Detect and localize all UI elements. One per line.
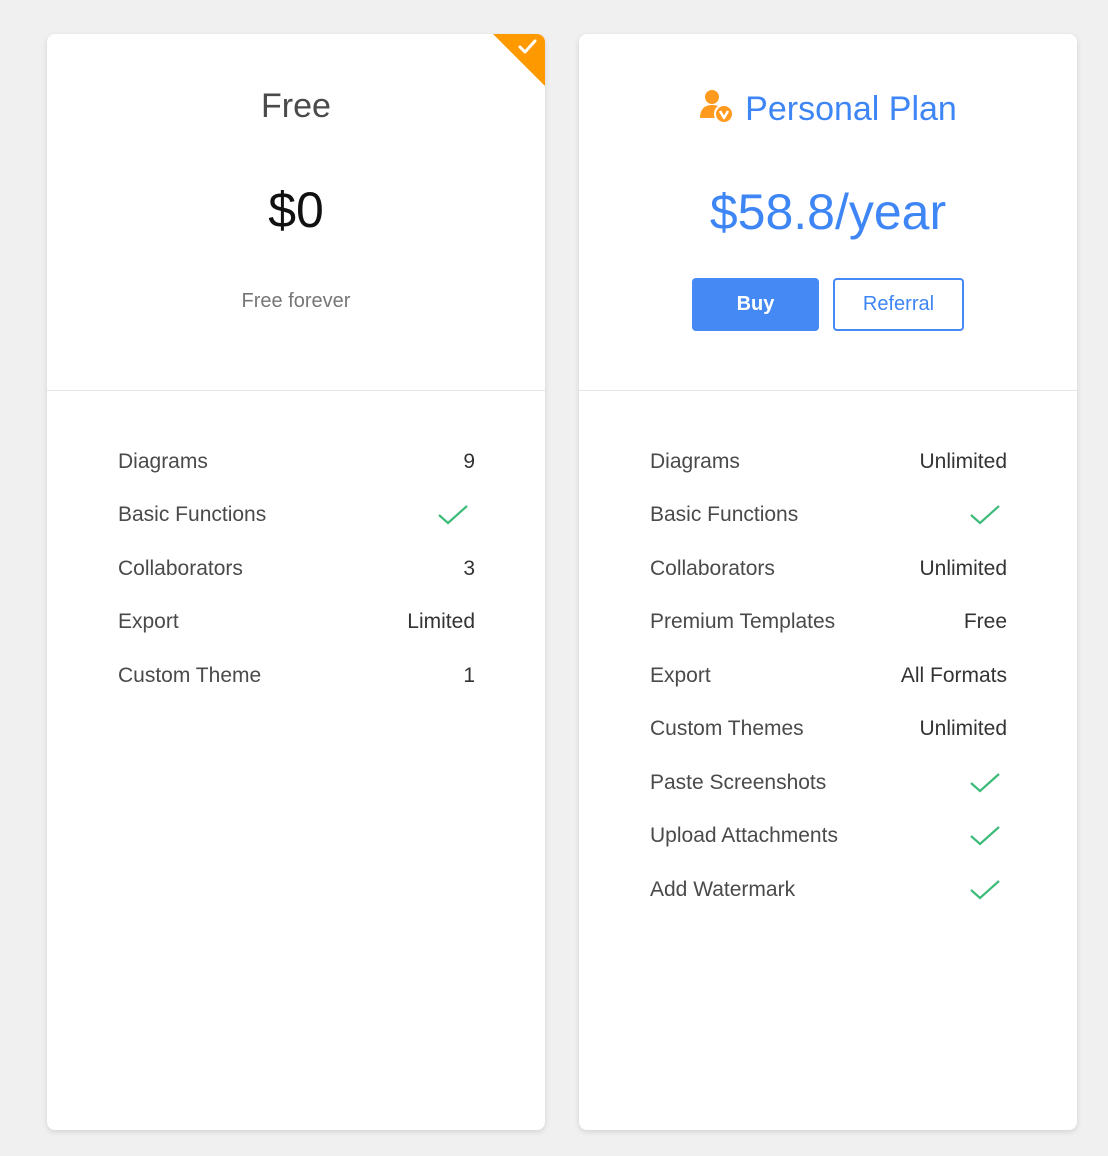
plan-price: $0 [268,182,324,238]
feature-value: 3 [463,556,475,580]
feature-row: Upload Attachments [650,810,1007,864]
feature-value: Free [963,610,1007,634]
referral-button[interactable]: Referral [833,278,964,331]
check-icon [970,879,1000,900]
feature-row: Custom Theme 1 [118,649,475,703]
feature-row: Premium Templates Free [650,596,1007,650]
feature-row: Export Limited [118,596,475,650]
feature-value: Unlimited [919,556,1007,580]
feature-label: Export [650,663,711,687]
feature-label: Custom Theme [118,663,262,687]
feature-value: 9 [463,449,475,473]
feature-row: Diagrams 9 [118,435,475,489]
feature-label: Diagrams [118,449,208,473]
feature-value: 1 [463,663,475,687]
feature-label: Basic Functions [650,503,799,527]
feature-label: Premium Templates [650,610,836,634]
feature-row: Paste Screenshots [650,756,1007,810]
feature-value: Unlimited [919,717,1007,741]
personal-plan-card: Personal Plan $58.8/year Buy Referral Di… [579,34,1077,1130]
feature-row: Add Watermark [650,863,1007,917]
feature-row: Basic Functions [118,489,475,543]
feature-label: Paste Screenshots [650,770,827,794]
check-icon [970,772,1000,793]
feature-row: Export All Formats [650,649,1007,703]
plan-actions: Buy Referral [579,278,1077,331]
feature-row: Collaborators 3 [118,542,475,596]
feature-label: Collaborators [650,556,775,580]
free-plan-card: Free $0 Free forever Diagrams 9 Basic Func… [47,34,545,1130]
feature-list: Diagrams Unlimited Basic Functions Collabor… [579,391,1077,917]
feature-list: Diagrams 9 Basic Functions Collaborators 3 Ex… [47,391,545,703]
feature-label: Upload Attachments [650,824,838,848]
feature-value: Limited [407,610,475,634]
feature-label: Collaborators [118,556,243,580]
feature-label: Basic Functions [118,503,267,527]
check-icon [970,505,1000,525]
feature-label: Add Watermark [650,877,796,901]
plan-price: $58.8/year [709,184,947,240]
plan-title: Personal Plan [745,90,957,128]
feature-label: Diagrams [650,449,740,473]
feature-value: Unlimited [919,449,1007,473]
check-icon [970,826,1000,846]
user-vip-icon [700,90,735,124]
feature-label: Export [118,610,179,634]
feature-row: Diagrams Unlimited [650,435,1007,489]
free-plan-header: Free $0 Free forever [47,34,545,391]
plan-title: Free [261,87,331,125]
feature-row: Basic Functions [650,489,1007,543]
plan-title-row: Personal Plan [579,88,1077,129]
feature-label: Custom Themes [650,717,804,741]
feature-row: Collaborators Unlimited [650,542,1007,596]
check-icon [438,505,468,525]
personal-plan-header: Personal Plan $58.8/year Buy Referral [579,34,1077,391]
plan-subtitle: Free forever [241,290,351,312]
buy-button[interactable]: Buy [692,278,819,331]
feature-row: Custom Themes Unlimited [650,703,1007,757]
feature-value: All Formats [900,663,1007,687]
